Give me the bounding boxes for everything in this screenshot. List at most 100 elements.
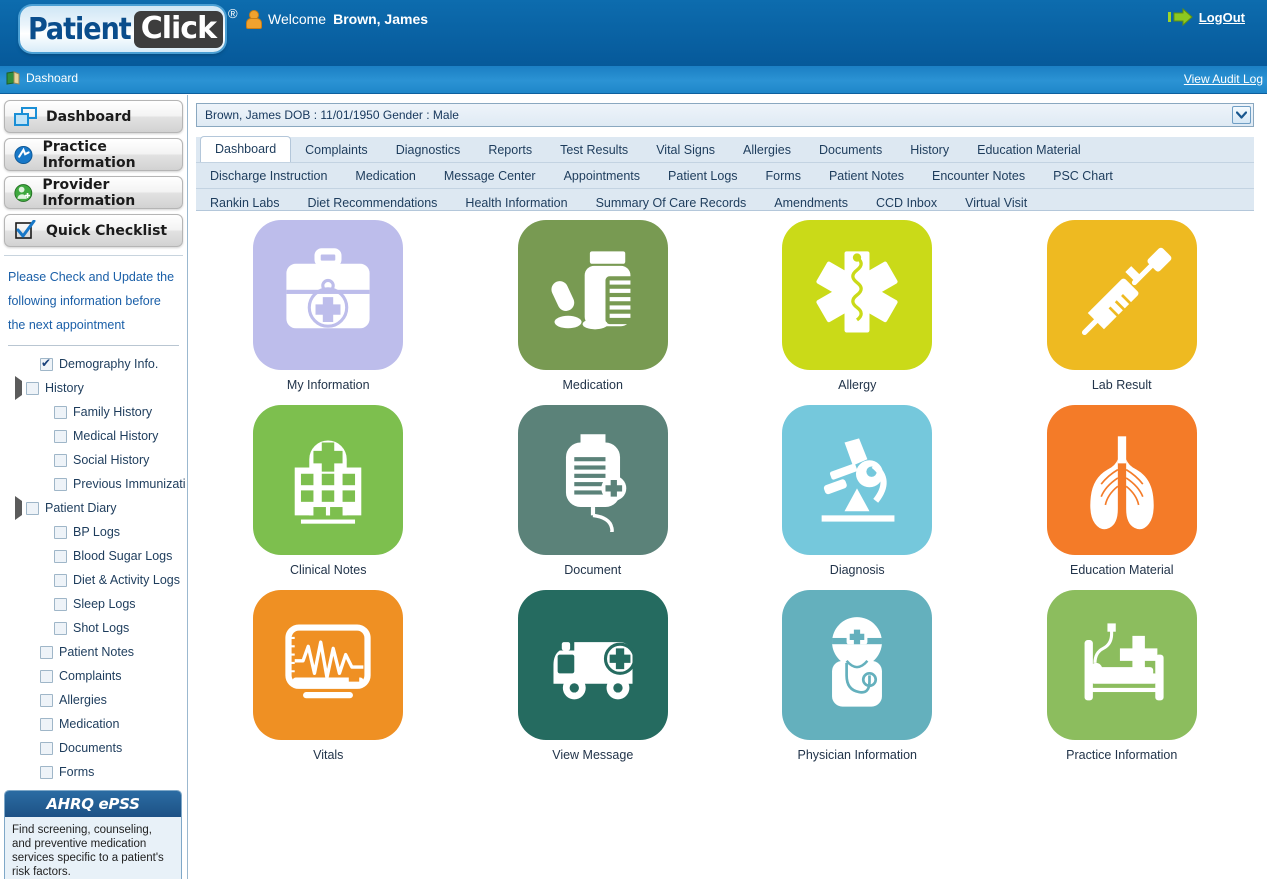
tab-discharge-instruction[interactable]: Discharge Instruction bbox=[196, 164, 341, 188]
tab-diet-recommendations[interactable]: Diet Recommendations bbox=[294, 191, 452, 215]
patient-selector[interactable]: Brown, James DOB : 11/01/1950 Gender : M… bbox=[196, 103, 1254, 127]
checklist-checkbox[interactable] bbox=[54, 597, 67, 611]
tab-virtual-visit[interactable]: Virtual Visit bbox=[951, 191, 1041, 215]
checklist-item[interactable]: Previous Immunizati bbox=[4, 472, 187, 496]
tile-education-material[interactable]: Education Material bbox=[990, 405, 1255, 590]
checklist-checkbox[interactable] bbox=[26, 501, 39, 515]
checklist-item[interactable]: Complaints bbox=[4, 664, 187, 688]
tab-test-results[interactable]: Test Results bbox=[546, 138, 642, 162]
checklist-checkbox[interactable] bbox=[40, 669, 53, 683]
view-audit-log-link[interactable]: View Audit Log bbox=[1184, 72, 1263, 86]
tab-patient-logs[interactable]: Patient Logs bbox=[654, 164, 752, 188]
checklist-item[interactable]: Sleep Logs bbox=[4, 592, 187, 616]
tab-history[interactable]: History bbox=[896, 138, 963, 162]
first-aid-kit-icon[interactable] bbox=[253, 220, 404, 370]
tile-allergy[interactable]: Allergy bbox=[725, 220, 990, 405]
checklist-checkbox[interactable] bbox=[54, 405, 67, 419]
tile-clinical-notes[interactable]: Clinical Notes bbox=[196, 405, 461, 590]
checklist-item[interactable]: Patient Diary bbox=[4, 496, 187, 520]
tile-vitals[interactable]: Vitals bbox=[196, 590, 461, 775]
tab-health-information[interactable]: Health Information bbox=[451, 191, 581, 215]
chevron-down-icon[interactable] bbox=[1232, 106, 1251, 124]
checklist-item[interactable]: BP Logs bbox=[4, 520, 187, 544]
tile-lab-result[interactable]: Lab Result bbox=[990, 220, 1255, 405]
sidebar-item-practice-information[interactable]: Practice Information bbox=[4, 138, 183, 171]
tab-documents[interactable]: Documents bbox=[805, 138, 896, 162]
tab-dashboard[interactable]: Dashboard bbox=[200, 136, 292, 162]
checklist-item[interactable]: Medical History bbox=[4, 424, 187, 448]
checklist-checkbox[interactable] bbox=[54, 621, 67, 635]
sidebar-item-dashboard[interactable]: Dashboard bbox=[4, 100, 183, 133]
checklist-checkbox[interactable] bbox=[26, 381, 39, 395]
patientclick-logo[interactable]: Patient Click bbox=[20, 6, 225, 52]
checklist-item[interactable]: Allergies bbox=[4, 688, 187, 712]
ecg-monitor-icon[interactable] bbox=[253, 590, 404, 740]
hospital-bed-icon[interactable] bbox=[1046, 590, 1197, 740]
checklist-checkbox[interactable] bbox=[54, 573, 67, 587]
checklist-checkbox[interactable] bbox=[54, 429, 67, 443]
logout-area[interactable]: LogOut bbox=[1167, 8, 1245, 26]
tab-diagnostics[interactable]: Diagnostics bbox=[382, 138, 475, 162]
checklist-item[interactable]: Blood Sugar Logs bbox=[4, 544, 187, 568]
checklist-item[interactable]: Medication bbox=[4, 712, 187, 736]
tab-forms[interactable]: Forms bbox=[752, 164, 815, 188]
hospital-icon[interactable] bbox=[253, 405, 404, 555]
ambulance-icon[interactable] bbox=[517, 590, 668, 740]
iv-bag-icon[interactable] bbox=[517, 405, 668, 555]
tab-amendments[interactable]: Amendments bbox=[760, 191, 862, 215]
checklist-checkbox[interactable] bbox=[40, 765, 53, 779]
checklist-checkbox[interactable] bbox=[54, 453, 67, 467]
tile-medication[interactable]: Medication bbox=[461, 220, 726, 405]
checklist-item[interactable]: Social History bbox=[4, 448, 187, 472]
tab-medication[interactable]: Medication bbox=[341, 164, 429, 188]
checklist-checkbox[interactable] bbox=[40, 717, 53, 731]
checklist-item[interactable]: History bbox=[4, 376, 187, 400]
lungs-icon[interactable] bbox=[1046, 405, 1197, 555]
nurse-icon[interactable] bbox=[782, 590, 933, 740]
tab-ccd-inbox[interactable]: CCD Inbox bbox=[862, 191, 951, 215]
checkmark-box-icon bbox=[15, 219, 36, 239]
tab-patient-notes[interactable]: Patient Notes bbox=[815, 164, 918, 188]
pill-bottle-icon[interactable] bbox=[517, 220, 668, 370]
tile-practice-information[interactable]: Practice Information bbox=[990, 590, 1255, 775]
tab-rankin-labs[interactable]: Rankin Labs bbox=[196, 191, 294, 215]
tab-encounter-notes[interactable]: Encounter Notes bbox=[918, 164, 1039, 188]
checklist-checkbox[interactable] bbox=[40, 355, 53, 371]
tab-reports[interactable]: Reports bbox=[474, 138, 546, 162]
sidebar-item-provider-information[interactable]: Provider Information bbox=[4, 176, 183, 209]
checklist-item[interactable]: Forms bbox=[4, 760, 187, 784]
syringe-icon[interactable] bbox=[1046, 220, 1197, 370]
tab-psc-chart[interactable]: PSC Chart bbox=[1039, 164, 1127, 188]
star-of-life-icon[interactable] bbox=[782, 220, 933, 370]
checklist-item[interactable]: Shot Logs bbox=[4, 616, 187, 640]
checklist-checkbox[interactable] bbox=[54, 477, 67, 491]
expand-collapse-icon[interactable] bbox=[12, 496, 26, 520]
expand-collapse-icon[interactable] bbox=[12, 376, 26, 400]
breadcrumb[interactable]: Dashoard bbox=[6, 71, 78, 85]
checklist-item[interactable]: Documents bbox=[4, 736, 187, 760]
checklist-item[interactable]: Demography Info. bbox=[4, 352, 187, 376]
tile-view-message[interactable]: View Message bbox=[461, 590, 726, 775]
tab-education-material[interactable]: Education Material bbox=[963, 138, 1095, 162]
sidebar-item-quick-checklist[interactable]: Quick Checklist bbox=[4, 214, 183, 247]
tab-allergies[interactable]: Allergies bbox=[729, 138, 805, 162]
tab-complaints[interactable]: Complaints bbox=[291, 138, 382, 162]
tile-my-information[interactable]: My Information bbox=[196, 220, 461, 405]
tab-message-center[interactable]: Message Center bbox=[430, 164, 550, 188]
checklist-checkbox[interactable] bbox=[54, 549, 67, 563]
checklist-item[interactable]: Family History bbox=[4, 400, 187, 424]
microscope-icon[interactable] bbox=[782, 405, 933, 555]
checklist-item[interactable]: Patient Notes bbox=[4, 640, 187, 664]
checklist-checkbox[interactable] bbox=[40, 693, 53, 707]
tab-appointments[interactable]: Appointments bbox=[550, 164, 654, 188]
tile-diagnosis[interactable]: Diagnosis bbox=[725, 405, 990, 590]
tile-physician-information[interactable]: Physician Information bbox=[725, 590, 990, 775]
checklist-checkbox[interactable] bbox=[40, 645, 53, 659]
checklist-checkbox[interactable] bbox=[54, 525, 67, 539]
tile-document[interactable]: Document bbox=[461, 405, 726, 590]
tab-vital-signs[interactable]: Vital Signs bbox=[642, 138, 729, 162]
logout-link[interactable]: LogOut bbox=[1199, 10, 1245, 25]
checklist-item[interactable]: Diet & Activity Logs bbox=[4, 568, 187, 592]
checklist-checkbox[interactable] bbox=[40, 741, 53, 755]
tab-summary-of-care-records[interactable]: Summary Of Care Records bbox=[582, 191, 761, 215]
